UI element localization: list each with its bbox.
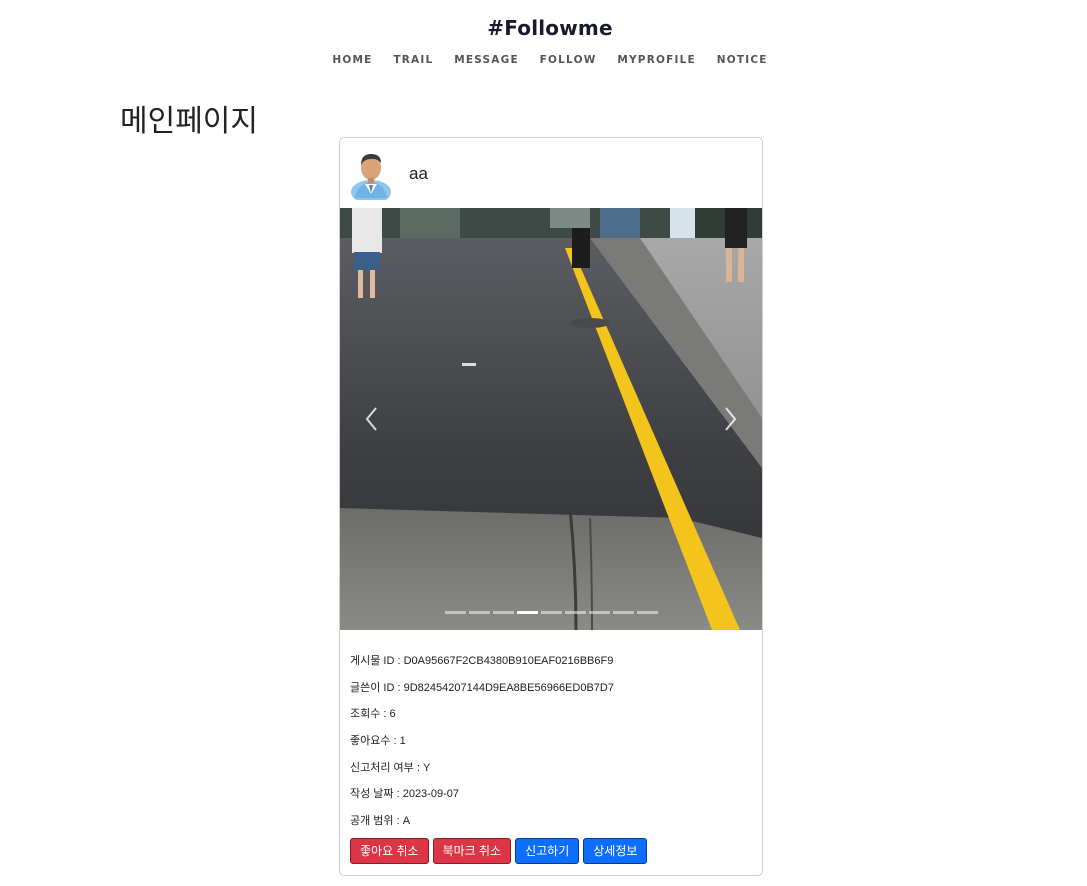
main-nav: HOME TRAIL MESSAGE FOLLOW MYPROFILE NOTI…	[0, 54, 1087, 66]
carousel-indicator[interactable]	[540, 611, 562, 614]
post-photo	[340, 208, 762, 630]
post-header: aa	[340, 138, 762, 208]
detail-button[interactable]: 상세정보	[583, 838, 648, 864]
carousel-indicators	[340, 611, 762, 614]
author-id-field: 글쓴이 ID : 9D82454207144D9EA8BE56966ED0B7D…	[350, 681, 614, 694]
carousel-indicator[interactable]	[492, 611, 514, 614]
like-count-field: 좋아요수 : 1	[350, 735, 406, 748]
nav-message[interactable]: MESSAGE	[454, 54, 519, 66]
post-username[interactable]: aa	[409, 164, 428, 184]
post-id-field: 게시물 ID : D0A95667F2CB4380B910EAF0216BB6F…	[350, 655, 614, 667]
nav-trail[interactable]: TRAIL	[393, 54, 433, 66]
post-card: aa 게시물 ID: D0A95667F2CB4380B910EAF0216B…	[339, 137, 763, 876]
view-count-field: 조회수 : 6	[350, 708, 396, 721]
unlike-button[interactable]: 좋아요 취소	[350, 838, 429, 864]
carousel-prev-icon[interactable]	[362, 404, 382, 434]
nav-follow[interactable]: FOLLOW	[540, 54, 597, 66]
avatar-icon[interactable]	[349, 148, 393, 200]
visibility-field: 공개 범위 : A	[350, 815, 411, 828]
unbookmark-button[interactable]: 북마크 취소	[432, 838, 512, 864]
nav-home[interactable]: HOME	[332, 54, 372, 66]
carousel-indicator[interactable]	[444, 611, 466, 614]
carousel-indicator[interactable]	[636, 611, 658, 614]
page-title: 메인페이지	[120, 104, 258, 139]
carousel-indicator[interactable]	[588, 611, 610, 614]
post-actions: 좋아요 취소 북마크 취소 신고하기 상세정보	[350, 838, 648, 864]
post-info: 게시물 ID : D0A95667F2CB4380B910EAF0216BB6F…	[350, 648, 614, 835]
site-title: #Followme	[487, 16, 613, 40]
nav-myprofile[interactable]: MYPROFILE	[617, 54, 696, 66]
carousel-indicator[interactable]	[564, 611, 586, 614]
carousel-indicator[interactable]	[612, 611, 634, 614]
post-image-carousel[interactable]	[340, 208, 762, 630]
created-date-field: 작성 날짜 : 2023-09-07	[350, 788, 459, 801]
report-status-field: 신고처리 여부 : Y	[350, 761, 431, 774]
carousel-indicator[interactable]	[516, 611, 538, 614]
carousel-next-icon[interactable]	[720, 404, 740, 434]
carousel-indicator[interactable]	[468, 611, 490, 614]
nav-notice[interactable]: NOTICE	[717, 54, 768, 66]
report-button[interactable]: 신고하기	[515, 838, 580, 864]
